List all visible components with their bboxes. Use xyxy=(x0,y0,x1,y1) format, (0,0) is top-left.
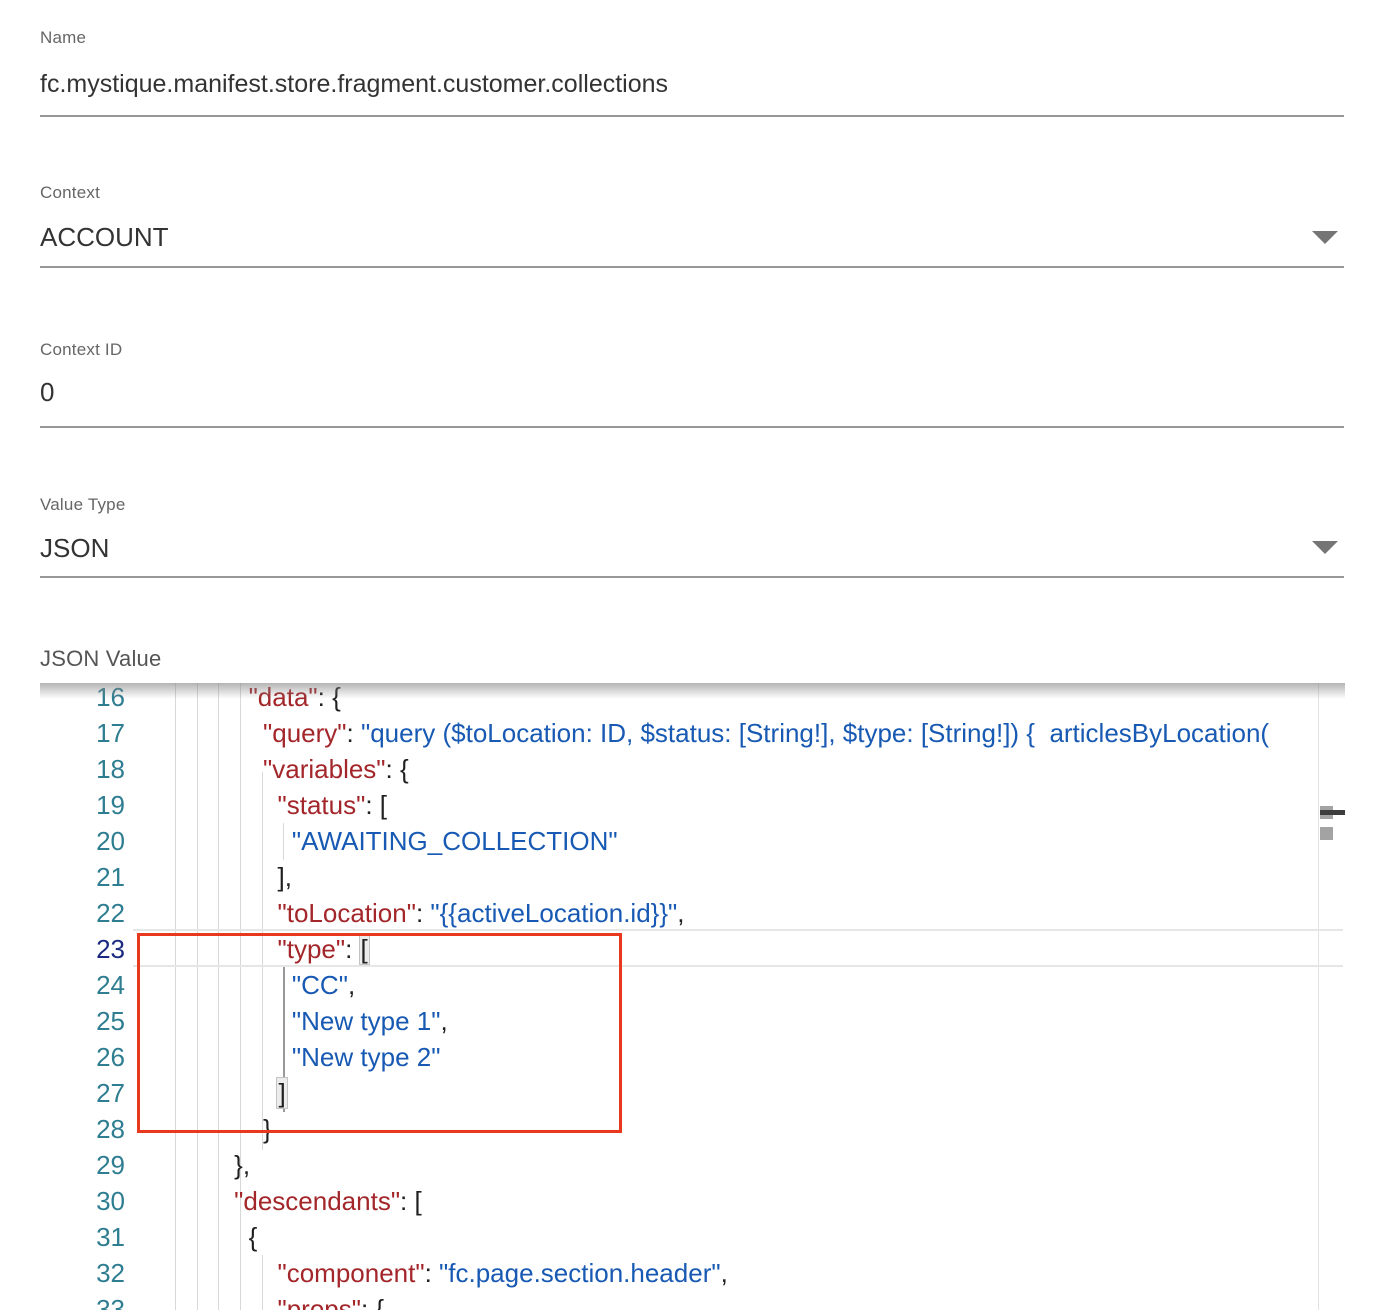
code-line-21[interactable]: 21 ], xyxy=(40,859,1345,895)
line-number: 31 xyxy=(40,1219,125,1255)
chevron-down-icon[interactable] xyxy=(1312,541,1338,554)
line-number: 18 xyxy=(40,751,125,787)
code-line-31[interactable]: 31 { xyxy=(40,1219,1345,1255)
name-input-value: fc.mystique.manifest.store.fragment.cust… xyxy=(40,70,668,98)
line-number: 29 xyxy=(40,1147,125,1183)
code-line-30[interactable]: 30 "descendants": [ xyxy=(40,1183,1345,1219)
name-input[interactable]: fc.mystique.manifest.store.fragment.cust… xyxy=(40,70,1344,99)
code-text[interactable]: "component": "fc.page.section.header", xyxy=(125,1255,728,1291)
context-id-input[interactable]: 0 xyxy=(40,377,1344,408)
field-label: Name xyxy=(40,28,86,47)
code-text[interactable]: "props": { xyxy=(125,1291,384,1310)
scroll-shadow xyxy=(40,683,1345,699)
code-line-22[interactable]: 22 "toLocation": "{{activeLocation.id}}"… xyxy=(40,895,1345,931)
line-number: 28 xyxy=(40,1111,125,1147)
line-number: 32 xyxy=(40,1255,125,1291)
scrollbar-cursor-marker[interactable] xyxy=(1320,810,1345,815)
value-type-select-underline xyxy=(40,576,1344,578)
line-number: 30 xyxy=(40,1183,125,1219)
code-line-33[interactable]: 33 "props": { xyxy=(40,1291,1345,1310)
context-id-field-label: Context ID xyxy=(40,340,1344,360)
line-number: 21 xyxy=(40,859,125,895)
code-text[interactable]: "query": "query ($toLocation: ID, $statu… xyxy=(125,715,1269,751)
name-field-label: Name xyxy=(40,28,1344,48)
context-select-value: ACCOUNT xyxy=(40,222,169,252)
name-input-underline xyxy=(40,115,1344,117)
value-type-field-label: Value Type xyxy=(40,495,1344,515)
code-line-17[interactable]: 17 "query": "query ($toLocation: ID, $st… xyxy=(40,715,1345,751)
scrollbar-marker[interactable] xyxy=(1320,827,1333,840)
line-number: 23 xyxy=(40,931,125,967)
code-text[interactable]: "variables": { xyxy=(125,751,409,787)
code-line-18[interactable]: 18 "variables": { xyxy=(40,751,1345,787)
field-label: Value Type xyxy=(40,495,126,514)
line-number: 25 xyxy=(40,1003,125,1039)
line-number: 33 xyxy=(40,1291,125,1310)
context-id-input-underline xyxy=(40,426,1344,428)
json-editor[interactable]: 16 "data": {17 "query": "query ($toLocat… xyxy=(40,683,1345,1310)
json-value-label: JSON Value xyxy=(40,646,1344,672)
code-text[interactable]: ], xyxy=(125,859,292,895)
code-line-29[interactable]: 29 }, xyxy=(40,1147,1345,1183)
context-id-input-value: 0 xyxy=(40,377,54,407)
annotation-rectangle xyxy=(137,933,622,1133)
field-label: Context xyxy=(40,183,100,202)
context-field-label: Context xyxy=(40,183,1344,203)
field-label: Context ID xyxy=(40,340,122,359)
line-number: 17 xyxy=(40,715,125,751)
code-text[interactable]: "AWAITING_COLLECTION" xyxy=(125,823,618,859)
code-text[interactable]: "descendants": [ xyxy=(125,1183,422,1219)
line-number: 19 xyxy=(40,787,125,823)
context-select-underline xyxy=(40,266,1344,268)
code-line-19[interactable]: 19 "status": [ xyxy=(40,787,1345,823)
value-type-select[interactable]: JSON xyxy=(40,533,1344,564)
line-number: 22 xyxy=(40,895,125,931)
value-type-select-value: JSON xyxy=(40,533,109,563)
line-number: 26 xyxy=(40,1039,125,1075)
line-number: 24 xyxy=(40,967,125,1003)
code-line-20[interactable]: 20 "AWAITING_COLLECTION" xyxy=(40,823,1345,859)
context-select[interactable]: ACCOUNT xyxy=(40,222,1344,253)
line-number: 27 xyxy=(40,1075,125,1111)
chevron-down-icon[interactable] xyxy=(1312,231,1338,244)
code-text[interactable]: }, xyxy=(125,1147,250,1183)
line-number: 20 xyxy=(40,823,125,859)
code-line-32[interactable]: 32 "component": "fc.page.section.header"… xyxy=(40,1255,1345,1291)
code-text[interactable]: "status": [ xyxy=(125,787,387,823)
code-text[interactable]: "toLocation": "{{activeLocation.id}}", xyxy=(125,895,685,931)
code-text[interactable]: { xyxy=(125,1219,257,1255)
